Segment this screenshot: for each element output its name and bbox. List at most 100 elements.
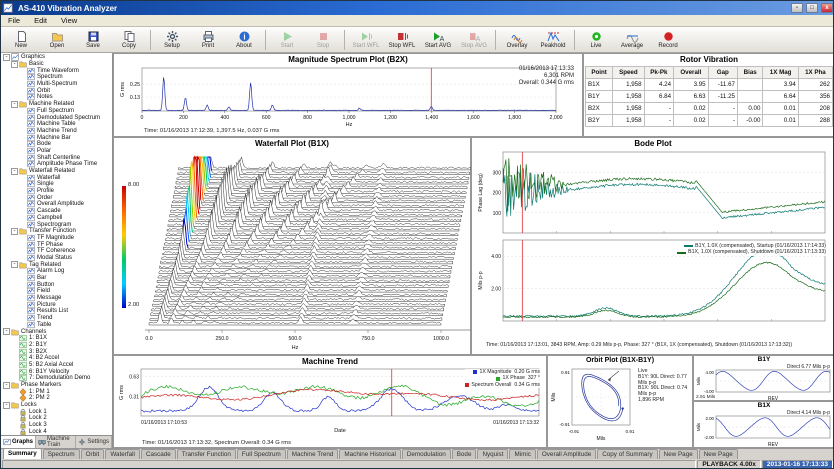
table-row[interactable]: B2X 1,958-0.02-0.00 0.01 208 xyxy=(584,102,833,115)
waveform-b1x-plot[interactable]: 2.00-2.00MilsREV xyxy=(694,410,834,448)
svg-text:400: 400 xyxy=(220,115,229,121)
tree-node-table[interactable]: Table xyxy=(3,321,112,329)
tree-node-spectrum[interactable]: Spectrum xyxy=(3,74,112,81)
tree-node-basic[interactable]: - Basic xyxy=(3,60,112,68)
minimize-button[interactable]: - xyxy=(791,3,803,13)
expander-icon[interactable]: - xyxy=(3,53,10,61)
lock-icon xyxy=(19,428,27,435)
tree-node-polar[interactable]: Polar xyxy=(3,147,112,155)
tree-node-cascade[interactable]: Cascade xyxy=(3,208,112,215)
tree-node-picture[interactable]: Picture xyxy=(3,301,112,308)
tree-node-message[interactable]: Message xyxy=(3,295,112,302)
tree-node-time-waveform[interactable]: Time Waveform xyxy=(3,67,112,74)
page-tab-new-page-15[interactable]: New Page xyxy=(658,449,698,459)
tree-node-7-demodulation-demo[interactable]: 7: Demodulation Demo xyxy=(3,375,112,382)
page-tab-machine-trend[interactable]: Machine Trend xyxy=(286,449,339,459)
menu-file[interactable]: File xyxy=(1,16,27,25)
tree-node-overall-amplitude[interactable]: Overall Amplitude xyxy=(3,201,112,208)
sidebar-tab-graphs[interactable]: Graphs xyxy=(1,436,37,448)
page-tab-orbit[interactable]: Orbit xyxy=(80,449,105,459)
page-tab-summary[interactable]: Summary xyxy=(3,448,42,459)
menu-view[interactable]: View xyxy=(54,16,84,25)
expander-icon[interactable]: - xyxy=(11,261,18,269)
expander-icon[interactable]: - xyxy=(11,100,18,108)
toolbar-print-button[interactable]: Print xyxy=(190,28,226,52)
tree-node-bar[interactable]: Bar xyxy=(3,274,112,282)
sidebar-tab-machine-train[interactable]: Machine Train xyxy=(36,436,77,448)
toolbar-overlay-button[interactable]: Overlay xyxy=(499,28,535,52)
tree-node-tag-related[interactable]: - Tag Related xyxy=(3,261,112,269)
tree-node-orbit[interactable]: Orbit xyxy=(3,87,112,94)
tree-node-bode[interactable]: Bode xyxy=(3,141,112,148)
tree-node-waterfall[interactable]: Waterfall xyxy=(3,174,112,181)
tree-node-waterfall-related[interactable]: - Waterfall Related xyxy=(3,167,112,175)
expander-icon[interactable]: - xyxy=(11,60,18,68)
close-button[interactable]: x xyxy=(821,3,833,13)
table-row[interactable]: B1X 1,958 4.24 3.95 -11.67 3.94 262 xyxy=(584,78,833,91)
svg-text:600: 600 xyxy=(262,115,271,121)
table-row[interactable]: B2Y 1,958-0.02- -0.00 0.01 288 xyxy=(584,114,833,127)
page-tab-transfer-function[interactable]: Transfer Function xyxy=(176,449,236,459)
tree-node-2-pm-2[interactable]: 2: PM 2 xyxy=(3,394,112,403)
page-tab-bode[interactable]: Bode xyxy=(451,449,477,459)
tree-node-field[interactable]: Field xyxy=(3,288,112,295)
tree-node-alarm-log[interactable]: Alarm Log xyxy=(3,268,112,275)
page-tab-copy-of-summary[interactable]: Copy of Summary xyxy=(597,449,658,459)
toolbar-save-button[interactable]: Save xyxy=(75,28,111,52)
tree-node-order[interactable]: Order xyxy=(3,194,112,201)
page-tab-new-page-16[interactable]: New Page xyxy=(698,449,738,459)
toolbar-copy-button[interactable]: Copy xyxy=(111,28,147,52)
toolbar-open-button[interactable]: Open xyxy=(39,28,75,52)
tree-node-button[interactable]: Button xyxy=(3,281,112,288)
tree-node-demodulated-spectrum[interactable]: Demodulated Spectrum xyxy=(3,114,112,121)
toolbar-peakhold-button[interactable]: Peakhold xyxy=(535,28,571,52)
tree-node-results-list[interactable]: Results List xyxy=(3,308,112,315)
page-tab-overall-amplitude[interactable]: Overall Amplitude xyxy=(536,449,597,459)
tree-node-campbell[interactable]: Campbell xyxy=(3,214,112,222)
toolbar-about-button[interactable]: i About xyxy=(226,28,262,52)
tree-node-machine-table[interactable]: Machine Table xyxy=(3,121,112,128)
table-row[interactable]: B1Y 1,958 6.84 6.63 -11.25 6.64 356 xyxy=(584,90,833,103)
toolbar-average-button[interactable]: Average xyxy=(614,28,650,52)
svg-text:0.13: 0.13 xyxy=(130,95,140,101)
expander-icon[interactable]: - xyxy=(11,227,18,235)
tree-node-machine-bar[interactable]: Machine Bar xyxy=(3,134,112,141)
toolbar-stop-wfl-button[interactable]: Stop WFL xyxy=(384,28,420,52)
sidebar-tab-settings[interactable]: Settings xyxy=(76,436,112,448)
toolbar-setup-button[interactable]: Setup xyxy=(154,28,190,52)
expander-icon[interactable]: - xyxy=(3,401,10,409)
expander-icon[interactable]: - xyxy=(3,328,10,336)
tree-node-tf-phase[interactable]: TF Phase xyxy=(3,241,112,248)
page-tab-full-spectrum[interactable]: Full Spectrum xyxy=(236,449,286,459)
expander-icon[interactable]: - xyxy=(3,381,10,389)
tree-node-single[interactable]: Single xyxy=(3,181,112,188)
tree-node-full-spectrum[interactable]: Full Spectrum xyxy=(3,107,112,115)
tree-node-machine-trend[interactable]: Machine Trend xyxy=(3,127,112,135)
page-tab-machine-historical[interactable]: Machine Historical xyxy=(339,449,401,459)
tree-node-tf-coherence[interactable]: TF Coherence xyxy=(3,248,112,255)
spectrum-plot[interactable]: 0.25 0.13 G rms 0 200 400 600 800 1,000 1,200 1,40… xyxy=(116,65,582,127)
page-tab-demodulation[interactable]: Demodulation xyxy=(401,449,451,459)
tree-node-multi-spectrum[interactable]: Multi-Spectrum xyxy=(3,81,112,88)
page-tab-mimic[interactable]: Mimic xyxy=(509,449,536,459)
menu-edit[interactable]: Edit xyxy=(27,16,54,25)
page-tab-waterfall[interactable]: Waterfall xyxy=(105,449,140,459)
page-tab-spectrum[interactable]: Spectrum xyxy=(42,449,80,459)
legend-swatch xyxy=(465,383,470,388)
tree-node-shaft-centerline[interactable]: Shaft Centerline xyxy=(3,154,112,161)
toolbar-start-avg-button[interactable]: A Start AVG xyxy=(420,28,456,52)
tree-node-transfer-function[interactable]: - Transfer Function xyxy=(3,227,112,235)
page-tab-cascade[interactable]: Cascade xyxy=(140,449,176,459)
tree-node-tf-magnitude[interactable]: TF Magnitude xyxy=(3,234,112,242)
page-tab-nyquist[interactable]: Nyquist xyxy=(477,449,509,459)
expander-icon[interactable]: - xyxy=(11,167,18,175)
maximize-button[interactable]: □ xyxy=(806,3,818,13)
toolbar-live-button[interactable]: Live xyxy=(578,28,614,52)
tree-node-profile[interactable]: Profile xyxy=(3,188,112,195)
waterfall-plot[interactable]: 0.0 250.0 500.0 750.0 1000.0 Hz xyxy=(115,149,471,355)
toolbar-record-button[interactable]: Record xyxy=(650,28,686,52)
toolbar-new-button[interactable]: New xyxy=(3,28,39,52)
record-icon xyxy=(662,30,675,43)
tree-node-trend[interactable]: Trend xyxy=(3,315,112,322)
tree-node-machine-related[interactable]: - Machine Related xyxy=(3,100,112,108)
